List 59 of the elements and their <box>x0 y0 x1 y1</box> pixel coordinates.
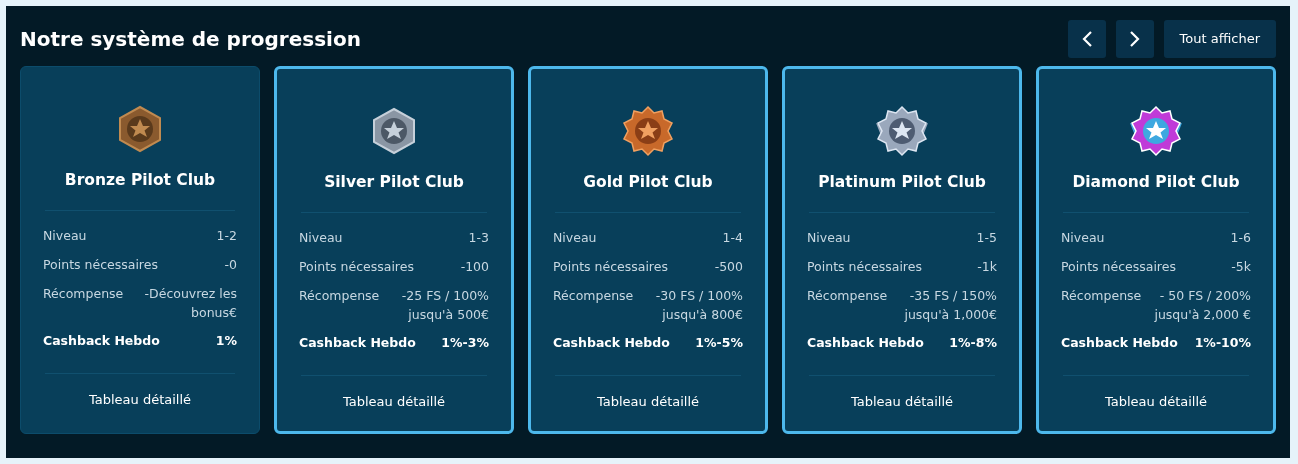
row-value: 1%-10% <box>1194 334 1251 353</box>
star-badge-icon <box>620 105 676 157</box>
row-label: Récompense <box>299 286 380 305</box>
tier-name: Gold Pilot Club <box>582 172 714 193</box>
row-value: -5k <box>1231 258 1251 276</box>
row-label: Cashback Hebdo <box>299 334 416 353</box>
row-value: 1-6 <box>1230 229 1251 248</box>
row-label: Cashback Hebdo <box>807 334 924 353</box>
row-value: -500 <box>714 258 743 276</box>
row-value: -30 FS / 100% jusqu'à 800€ <box>654 286 743 324</box>
row-label: Points nécessaires <box>43 256 158 274</box>
row-value: 1-2 <box>216 227 237 246</box>
row-label: Niveau <box>1061 229 1105 248</box>
next-button[interactable] <box>1115 20 1154 58</box>
detailed-table-link[interactable]: Tableau détaillé <box>850 392 954 412</box>
tier-name: Silver Pilot Club <box>323 172 465 193</box>
row-label: Cashback Hebdo <box>43 332 160 351</box>
row-label: Points nécessaires <box>299 258 414 276</box>
row-label: Points nécessaires <box>807 258 922 276</box>
detailed-table-link[interactable]: Tableau détaillé <box>596 392 700 412</box>
row-value: -Découvrez les bonus€ <box>143 284 237 322</box>
tier-name: Diamond Pilot Club <box>1071 172 1241 193</box>
row-value: - 50 FS / 200% jusqu'à 2,000 € <box>1153 286 1251 324</box>
row-value: 1%-5% <box>695 334 743 353</box>
tier-name: Bronze Pilot Club <box>63 170 217 191</box>
row-label: Récompense <box>43 284 124 303</box>
row-label: Cashback Hebdo <box>553 334 670 353</box>
row-value: 1%-3% <box>441 334 489 353</box>
row-value: -1k <box>977 258 997 276</box>
row-label: Récompense <box>807 286 888 305</box>
view-all-button[interactable]: Tout afficher <box>1163 20 1276 58</box>
detailed-table-link[interactable]: Tableau détaillé <box>342 392 446 412</box>
row-value: 1-4 <box>722 229 743 248</box>
row-label: Niveau <box>43 227 87 246</box>
row-value: 1% <box>215 332 237 351</box>
row-value: -100 <box>460 258 489 276</box>
winged-badge-icon <box>874 105 930 157</box>
row-label: Points nécessaires <box>1061 258 1176 276</box>
detailed-table-link[interactable]: Tableau détaillé <box>1104 392 1208 412</box>
row-value: -0 <box>224 256 237 274</box>
row-value: -25 FS / 100% jusqu'à 500€ <box>400 286 489 324</box>
detailed-table-link[interactable]: Tableau détaillé <box>88 390 192 410</box>
previous-button[interactable] <box>1067 20 1106 58</box>
row-label: Niveau <box>553 229 597 248</box>
row-label: Niveau <box>807 229 851 248</box>
row-label: Niveau <box>299 229 343 248</box>
winged-badge-icon <box>1128 105 1184 157</box>
row-value: 1-5 <box>976 229 997 248</box>
row-label: Cashback Hebdo <box>1061 334 1178 353</box>
row-label: Récompense <box>553 286 634 305</box>
section-title: Notre système de progression <box>20 27 361 51</box>
row-label: Points nécessaires <box>553 258 668 276</box>
row-value: -35 FS / 150% jusqu'à 1,000€ <box>903 286 997 324</box>
row-label: Récompense <box>1061 286 1142 305</box>
row-value: 1%-8% <box>949 334 997 353</box>
chevron-left-icon <box>1080 30 1093 48</box>
tier-name: Platinum Pilot Club <box>817 172 987 193</box>
chevron-right-icon <box>1128 30 1141 48</box>
row-value: 1-3 <box>468 229 489 248</box>
